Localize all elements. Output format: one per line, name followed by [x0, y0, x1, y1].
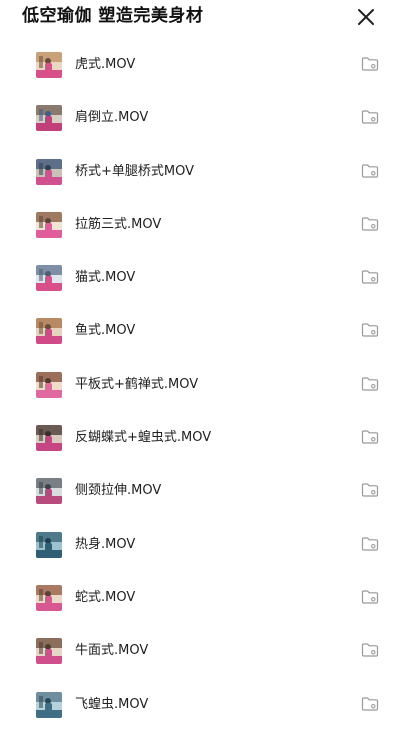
- file-name: 蛇式.MOV: [75, 589, 136, 605]
- folder-icon[interactable]: [361, 56, 379, 72]
- file-name: 反蝴蝶式+蝗虫式.MOV: [75, 430, 212, 446]
- video-thumbnail: [36, 105, 62, 132]
- video-thumbnail: [36, 691, 62, 718]
- file-row[interactable]: 猫式.MOV: [0, 265, 400, 318]
- video-thumbnail: [36, 158, 62, 185]
- file-list: 虎式.MOV 肩倒立.MOV 桥式+单腿桥式MOV 拉筋三式.MOV 猫式.MOV 鱼式.…: [0, 52, 400, 733]
- file-name: 肩倒立.MOV: [75, 110, 149, 126]
- file-name: 热身.MOV: [75, 536, 136, 552]
- folder-icon[interactable]: [361, 536, 379, 552]
- folder-icon[interactable]: [361, 109, 379, 125]
- folder-icon[interactable]: [361, 589, 379, 605]
- file-row[interactable]: 桥式+单腿桥式MOV: [0, 158, 400, 212]
- video-thumbnail: [36, 265, 62, 292]
- file-row[interactable]: 牛面式.MOV: [0, 638, 400, 691]
- folder-icon[interactable]: [361, 429, 379, 445]
- folder-icon[interactable]: [361, 376, 379, 392]
- file-row[interactable]: 热身.MOV: [0, 531, 400, 585]
- close-icon: [358, 9, 374, 25]
- file-name: 虎式.MOV: [75, 57, 136, 72]
- folder-icon[interactable]: [361, 322, 379, 338]
- sheet-title: 低空瑜伽 塑造完美身材: [22, 6, 204, 26]
- file-row[interactable]: 蛇式.MOV: [0, 584, 400, 638]
- video-thumbnail: [36, 52, 62, 78]
- file-name: 平板式+鹤禅式.MOV: [75, 376, 199, 392]
- file-row[interactable]: 鱼式.MOV: [0, 318, 400, 371]
- folder-icon[interactable]: [361, 642, 379, 658]
- file-name: 桥式+单腿桥式MOV: [75, 163, 195, 179]
- sheet-header: 低空瑜伽 塑造完美身材: [0, 0, 400, 34]
- file-row[interactable]: 虎式.MOV: [0, 52, 400, 105]
- file-row[interactable]: 肩倒立.MOV: [0, 105, 400, 158]
- file-row[interactable]: 拉筋三式.MOV: [0, 211, 400, 265]
- file-row[interactable]: 平板式+鹤禅式.MOV: [0, 371, 400, 425]
- video-thumbnail: [36, 478, 62, 505]
- file-name: 飞蝗虫.MOV: [75, 696, 149, 712]
- video-thumbnail: [36, 531, 62, 558]
- file-name: 鱼式.MOV: [75, 323, 136, 339]
- file-name: 侧颈拉伸.MOV: [75, 483, 162, 499]
- video-thumbnail: [36, 211, 62, 238]
- video-thumbnail: [36, 371, 62, 398]
- file-list-sheet: 低空瑜伽 塑造完美身材 虎式.MOV 肩倒立.MOV 桥式+单腿桥式MOV 拉筋三式.…: [0, 0, 400, 733]
- folder-icon[interactable]: [361, 696, 379, 712]
- folder-icon[interactable]: [361, 482, 379, 498]
- folder-icon[interactable]: [361, 163, 379, 179]
- file-name: 拉筋三式.MOV: [75, 216, 162, 232]
- video-thumbnail: [36, 318, 62, 345]
- folder-icon[interactable]: [361, 269, 379, 285]
- file-name: 猫式.MOV: [75, 270, 136, 286]
- file-row[interactable]: 侧颈拉伸.MOV: [0, 478, 400, 531]
- file-row[interactable]: 反蝴蝶式+蝗虫式.MOV: [0, 425, 400, 478]
- video-thumbnail: [36, 638, 62, 665]
- video-thumbnail: [36, 584, 62, 611]
- close-button[interactable]: [352, 3, 380, 31]
- file-row[interactable]: 飞蝗虫.MOV: [0, 691, 400, 733]
- folder-icon[interactable]: [361, 216, 379, 232]
- video-thumbnail: [36, 425, 62, 452]
- file-name: 牛面式.MOV: [75, 643, 149, 659]
